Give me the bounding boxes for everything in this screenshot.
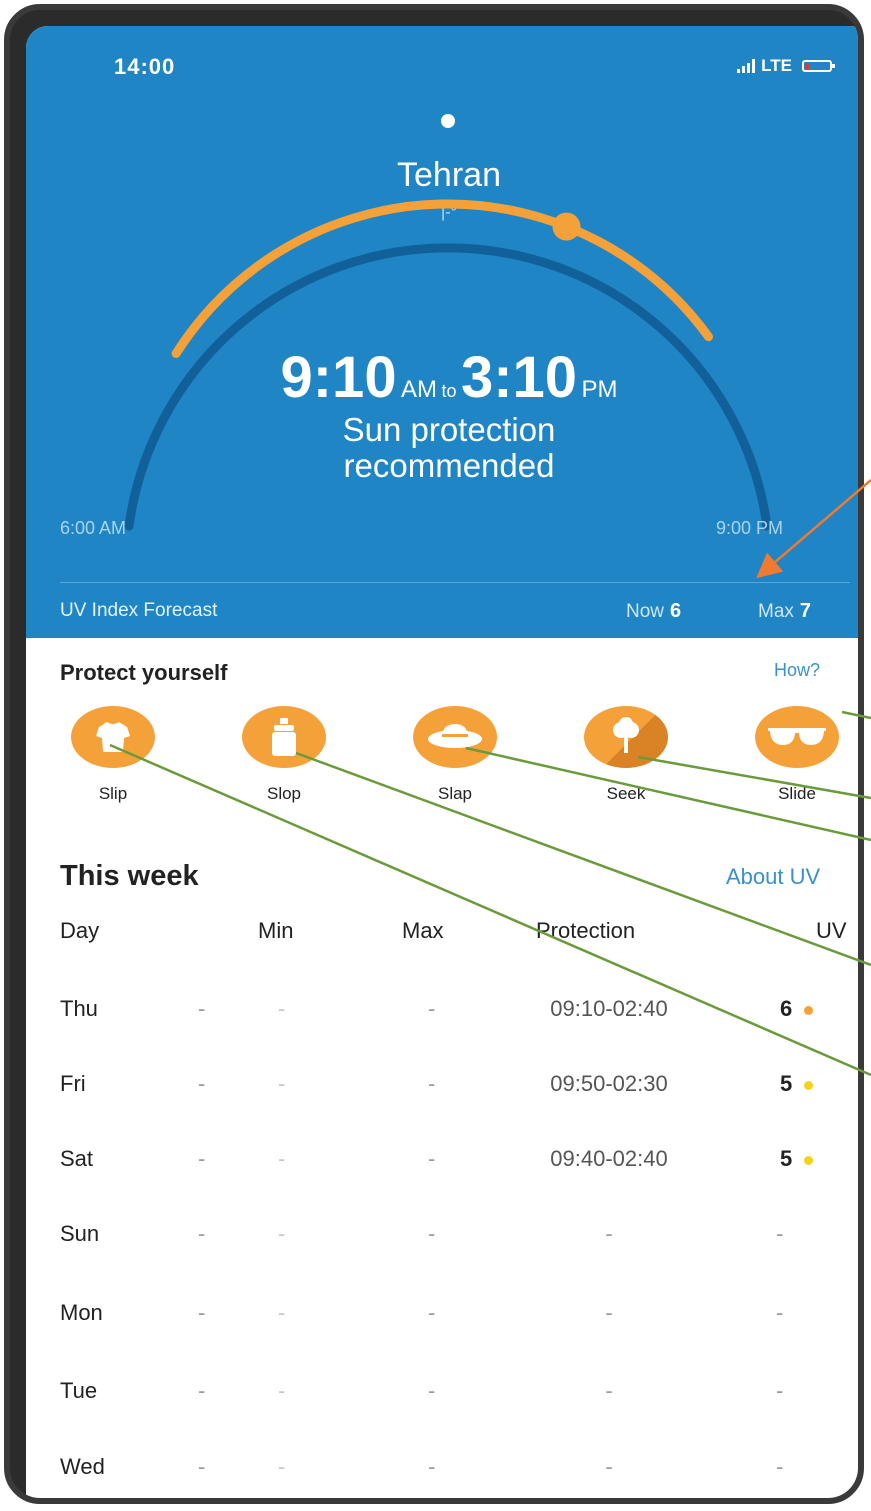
- annotation-line-slop: [295, 751, 871, 967]
- annotation-line-slip: [109, 743, 871, 1077]
- annotation-line-slide: [841, 710, 871, 720]
- annotation-line-seek: [637, 755, 871, 800]
- annotation-arrow-orange: [756, 479, 871, 579]
- annotation-overlay: [109, 479, 871, 1077]
